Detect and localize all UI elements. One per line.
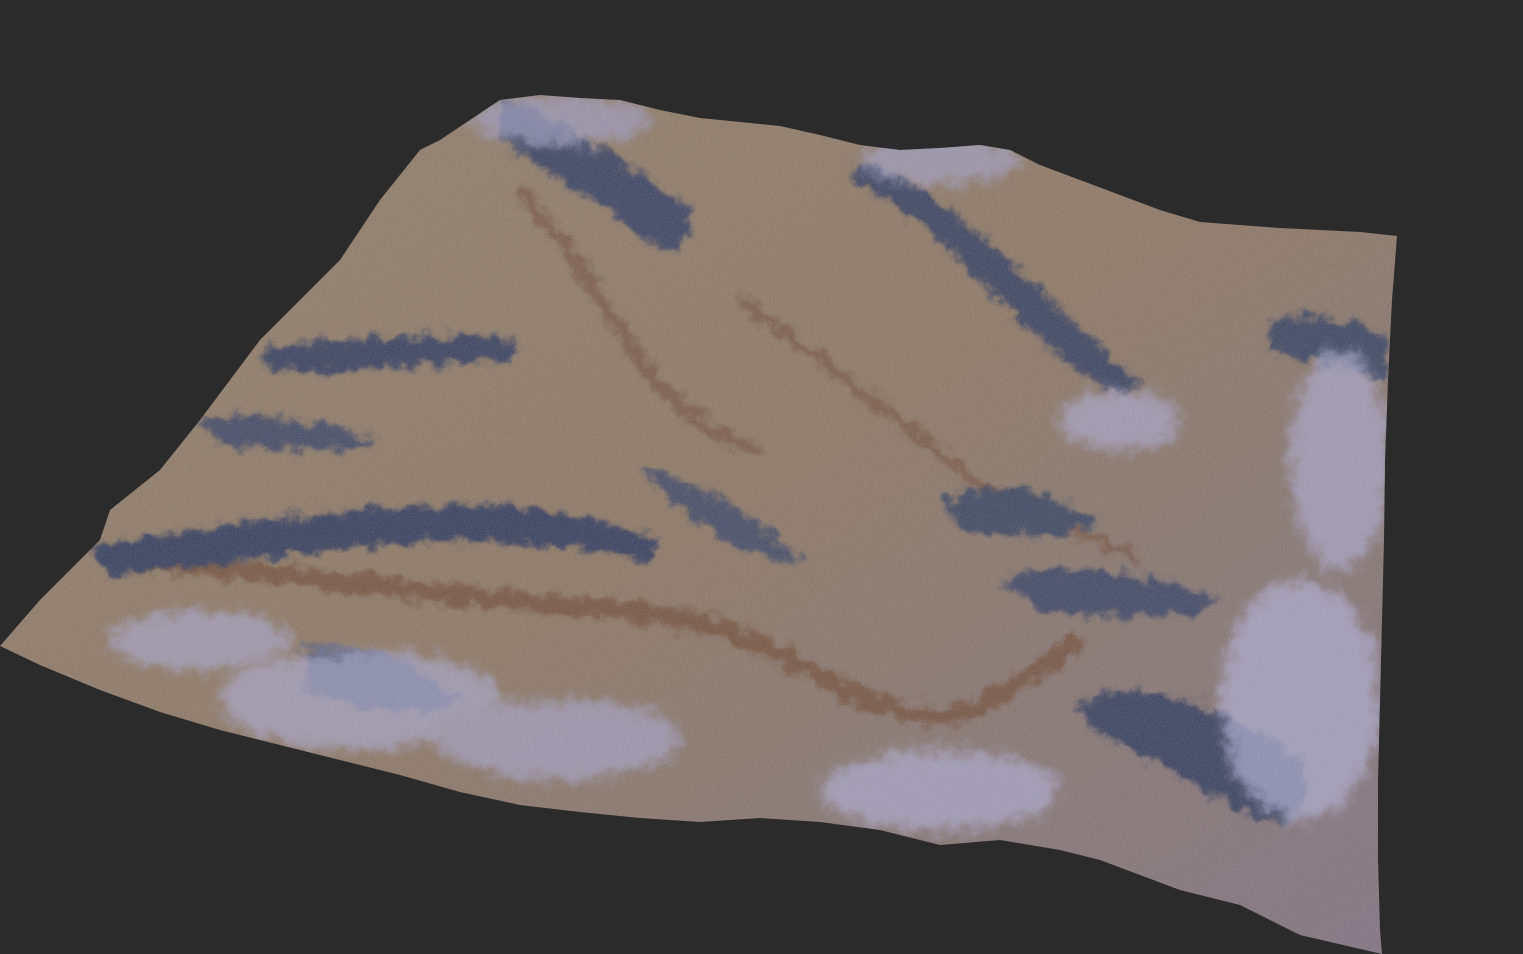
terrain-render xyxy=(0,95,1397,954)
3d-viewport[interactable] xyxy=(0,0,1523,954)
terrain-surface xyxy=(0,95,1397,954)
